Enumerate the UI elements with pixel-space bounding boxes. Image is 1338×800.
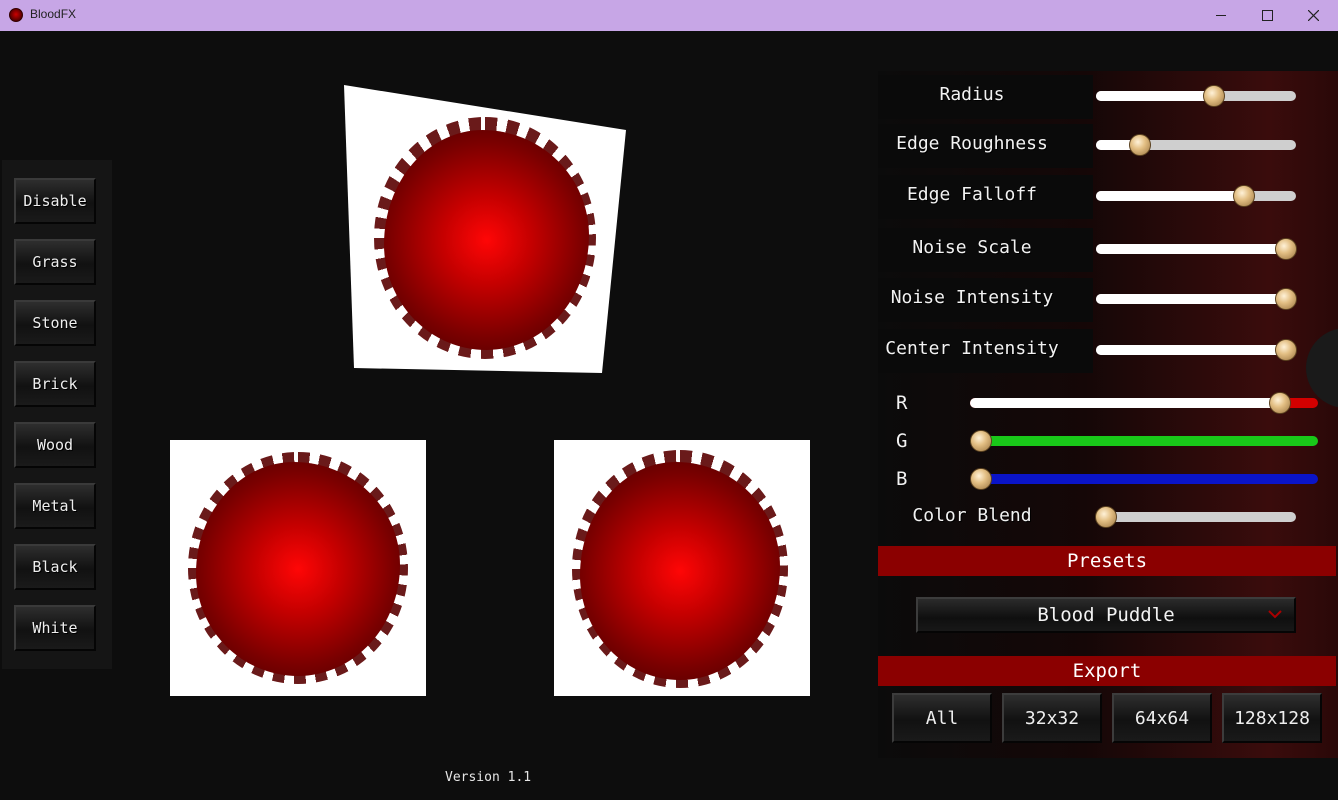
g-label: G (896, 430, 908, 452)
export-64-button[interactable]: 64x64 (1112, 693, 1212, 743)
red-slider-fill (970, 398, 1280, 408)
color-blend-slider-handle[interactable] (1095, 506, 1117, 528)
close-icon (1307, 10, 1319, 21)
blue-slider-handle[interactable] (970, 468, 992, 490)
red-slider[interactable] (970, 398, 1318, 408)
material-panel (2, 160, 112, 669)
noise-scale-slider-fill (1096, 244, 1286, 254)
preset-dropdown[interactable]: Blood Puddle (916, 597, 1296, 633)
app-blood-icon (9, 8, 23, 22)
color-blend-label: Color Blend (912, 505, 1032, 526)
blue-slider[interactable] (970, 474, 1318, 484)
color-blend-slider[interactable] (1096, 512, 1296, 522)
edge-falloff-slider-fill (1096, 191, 1244, 201)
red-slider-handle[interactable] (1268, 392, 1291, 414)
title-bar: BloodFX (0, 0, 1338, 31)
version-label: Version 1.1 (445, 770, 532, 785)
blood-blob (384, 130, 589, 350)
export-32-button[interactable]: 32x32 (1002, 693, 1102, 743)
r-label: R (896, 392, 908, 414)
maximize-button[interactable] (1244, 0, 1290, 31)
radius-slider-handle[interactable] (1203, 85, 1225, 107)
material-brick-button[interactable]: Brick (14, 361, 96, 407)
minimize-icon (1216, 15, 1226, 16)
minimize-button[interactable] (1198, 0, 1244, 31)
edge-falloff-slider[interactable] (1096, 191, 1296, 201)
noise-scale-slider-handle[interactable] (1275, 238, 1297, 260)
material-disable-button[interactable]: Disable (14, 178, 96, 224)
green-slider[interactable] (970, 436, 1318, 446)
chevron-down-icon (1268, 610, 1282, 619)
center-intensity-label: Center Intensity (885, 338, 1059, 359)
noise-intensity-slider-fill (1096, 294, 1286, 304)
center-intensity-slider[interactable] (1096, 345, 1296, 355)
material-wood-button[interactable]: Wood (14, 422, 96, 468)
export-heading: Export (878, 656, 1336, 686)
close-button[interactable] (1290, 0, 1336, 31)
radius-label: Radius (939, 84, 1005, 105)
radius-slider[interactable] (1096, 91, 1296, 101)
preview-low-res (170, 440, 426, 696)
noise-scale-slider[interactable] (1096, 244, 1296, 254)
noise-scale-label: Noise Scale (912, 237, 1032, 258)
export-128-button[interactable]: 128x128 (1222, 693, 1322, 743)
edge-falloff-label: Edge Falloff (906, 184, 1038, 205)
edge-roughness-slider[interactable] (1096, 140, 1296, 150)
material-white-button[interactable]: White (14, 605, 96, 651)
radius-slider-fill (1096, 91, 1214, 101)
center-intensity-slider-handle[interactable] (1275, 339, 1297, 361)
material-metal-button[interactable]: Metal (14, 483, 96, 529)
preview-high-res (554, 440, 810, 696)
green-slider-handle[interactable] (970, 430, 992, 452)
blood-blob (196, 462, 400, 676)
maximize-icon (1261, 10, 1273, 21)
edge-roughness-label: Edge Roughness (896, 133, 1048, 154)
material-grass-button[interactable]: Grass (14, 239, 96, 285)
noise-intensity-label: Noise Intensity (890, 287, 1054, 308)
settings-panel (878, 71, 1338, 758)
material-stone-button[interactable]: Stone (14, 300, 96, 346)
edge-falloff-slider-handle[interactable] (1233, 185, 1255, 207)
presets-heading: Presets (878, 546, 1336, 576)
noise-intensity-slider[interactable] (1096, 294, 1296, 304)
preset-selected: Blood Puddle (1037, 604, 1175, 626)
export-all-button[interactable]: All (892, 693, 992, 743)
b-label: B (896, 468, 908, 490)
window-title: BloodFX (30, 7, 77, 21)
preview-perspective (344, 85, 626, 373)
edge-roughness-slider-handle[interactable] (1129, 134, 1151, 156)
blood-blob (580, 462, 780, 680)
center-intensity-slider-fill (1096, 345, 1286, 355)
material-black-button[interactable]: Black (14, 544, 96, 590)
noise-intensity-slider-handle[interactable] (1275, 288, 1297, 310)
